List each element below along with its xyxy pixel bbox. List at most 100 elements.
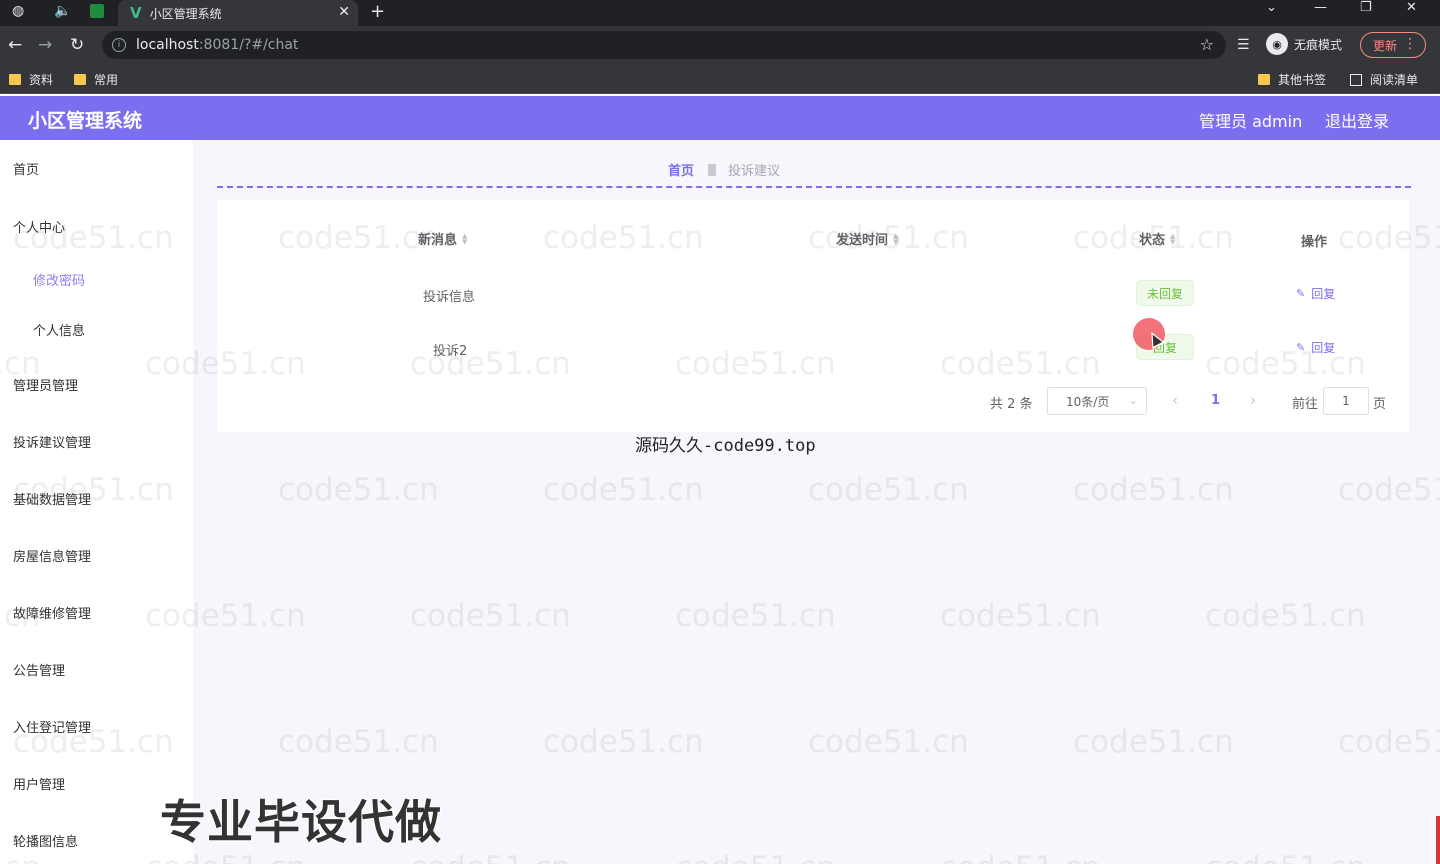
sidebar-item-personal-center[interactable]: 个人中心 [13,217,65,236]
page-size-value: 10条/页 [1066,394,1110,409]
reading-mode-icon[interactable]: ☰ [1237,37,1250,53]
bookmark-label: 资料 [29,73,54,87]
ad-overlay-text: 专业毕设代做 [160,795,442,849]
edge-marker [1436,816,1440,864]
reload-button[interactable]: ↻ [70,35,84,55]
url-host: localhost [136,37,199,53]
app-header: 小区管理系统 管理员 admin 退出登录 [0,96,1440,140]
header-label: 状态 [1139,233,1166,248]
divider [217,186,1411,188]
breadcrumb-current: 投诉建议 [728,164,781,179]
sidebar-item-repair[interactable]: 故障维修管理 [13,603,91,622]
reading-list-icon [1350,73,1362,86]
bookmark-label: 阅读清单 [1370,73,1419,87]
folder-icon [9,74,21,85]
vue-logo-icon: V [130,4,142,22]
globe-icon[interactable]: ◍ [12,2,24,20]
reply-label: 回复 [1311,341,1336,355]
browser-tab-bar: ◍ 🔈 V 小区管理系统 ✕ + ⌄ — ❐ ✕ [0,0,1440,26]
reply-button[interactable]: ✎ 回复 [1296,339,1335,356]
sidebar-item-users[interactable]: 用户管理 [13,774,65,793]
bookmarks-bar: 资料 常用 其他书签 阅读清单 [0,64,1440,94]
table-card [217,200,1409,432]
chevron-down-icon: ⌄ [1128,394,1138,407]
forward-button[interactable]: → [38,35,52,55]
table-cell-message: 投诉信息 [423,290,476,305]
page-number-current[interactable]: 1 [1211,393,1220,408]
prev-page-icon[interactable]: ‹ [1172,391,1178,409]
browser-tab-active[interactable]: V 小区管理系统 ✕ [118,0,358,26]
column-header-action: 操作 [1301,231,1327,250]
reply-button[interactable]: ✎ 回复 [1296,285,1335,302]
page-suffix: 页 [1373,397,1387,412]
minimize-button[interactable]: — [1314,0,1327,15]
site-info-icon[interactable]: i [112,38,126,52]
tab-search-icon[interactable]: ⌄ [1266,0,1277,15]
url-field[interactable]: i localhost :8081/?#/chat ☆ [102,31,1226,59]
sidebar-item-house-info[interactable]: 房屋信息管理 [13,546,91,565]
page-size-select[interactable]: 10条/页 ⌄ [1047,387,1147,415]
goto-page-input[interactable]: 1 [1323,387,1369,415]
sidebar-item-carousel[interactable]: 轮播图信息 [13,831,78,850]
restore-button[interactable]: ❐ [1360,0,1372,15]
url-path: :8081/?#/chat [198,37,299,53]
sort-icon[interactable]: ▲ ▼ [1170,232,1175,245]
bookmark-label: 常用 [94,73,119,87]
sidebar-item-checkin[interactable]: 入住登记管理 [13,717,91,736]
browser-address-bar: ← → ↻ i localhost :8081/?#/chat ☆ ☰ ◉ 无痕… [0,26,1440,64]
sheet-tab-icon[interactable] [90,2,104,20]
bookmark-label: 其他书签 [1278,73,1327,87]
incognito-icon: ◉ [1266,33,1288,55]
logout-link[interactable]: 退出登录 [1325,108,1389,132]
sidebar-item-home[interactable]: 首页 [13,159,39,178]
other-bookmarks[interactable]: 其他书签 [1258,71,1326,88]
edit-icon: ✎ [1296,287,1306,300]
header-label: 操作 [1301,235,1328,250]
close-tab-icon[interactable]: ✕ [338,4,350,20]
back-button[interactable]: ← [8,35,22,55]
goto-page-value: 1 [1342,394,1350,408]
sidebar-item-change-password[interactable]: 修改密码 [33,270,85,289]
bookmark-folder-2[interactable]: 常用 [74,71,118,88]
browser-tab-title: 小区管理系统 [149,6,222,21]
sidebar-item-basic-data[interactable]: 基础数据管理 [13,489,91,508]
next-page-icon[interactable]: › [1250,391,1256,409]
breadcrumb-separator-icon [708,163,717,176]
table-cell-message: 投诉2 [433,344,468,359]
pagination-total: 共 2 条 [990,397,1033,412]
sidebar-item-admin-management[interactable]: 管理员管理 [13,375,78,394]
sidebar-item-complaint-management[interactable]: 投诉建议管理 [13,432,91,451]
reading-list[interactable]: 阅读清单 [1350,71,1418,88]
column-header-status[interactable]: 状态 ▲ ▼ [1139,229,1175,248]
folder-icon [74,74,86,85]
more-menu-icon[interactable]: ⋮ [1403,36,1417,52]
bookmark-star-icon[interactable]: ☆ [1200,35,1214,54]
update-button[interactable]: 更新 ⋮ [1360,32,1426,58]
goto-label: 前往 [1292,397,1319,412]
incognito-label: 无痕模式 [1294,37,1343,52]
header-label: 新消息 [418,233,458,248]
column-header-message[interactable]: 新消息 ▲ ▼ [418,229,467,248]
sort-icon[interactable]: ▲ ▼ [893,232,898,245]
breadcrumb-home[interactable]: 首页 [668,160,694,179]
column-header-time[interactable]: 发送时间 ▲ ▼ [836,229,898,248]
edit-icon: ✎ [1296,341,1306,354]
new-tab-button[interactable]: + [370,1,385,22]
app-title: 小区管理系统 [28,110,143,132]
close-window-button[interactable]: ✕ [1406,0,1417,15]
sidebar: 首页 个人中心 修改密码 个人信息 管理员管理 投诉建议管理 基础数据管理 房屋… [0,140,193,864]
current-user: 管理员 admin [1199,112,1303,131]
folder-icon [1258,74,1270,85]
incognito-indicator[interactable]: ◉ 无痕模式 [1266,33,1342,55]
update-label: 更新 [1373,38,1398,53]
sidebar-item-personal-info[interactable]: 个人信息 [33,320,85,339]
sidebar-item-notice[interactable]: 公告管理 [13,660,65,679]
breadcrumb: 首页 投诉建议 [668,160,780,179]
speaker-icon[interactable]: 🔈 [54,2,71,20]
header-label: 发送时间 [836,233,889,248]
bookmark-folder-1[interactable]: 资料 [9,71,53,88]
status-badge: 未回复 [1136,280,1194,306]
reply-label: 回复 [1311,287,1336,301]
source-overlay-text: 源码久久-code99.top [635,436,816,456]
sort-icon[interactable]: ▲ ▼ [462,232,467,245]
